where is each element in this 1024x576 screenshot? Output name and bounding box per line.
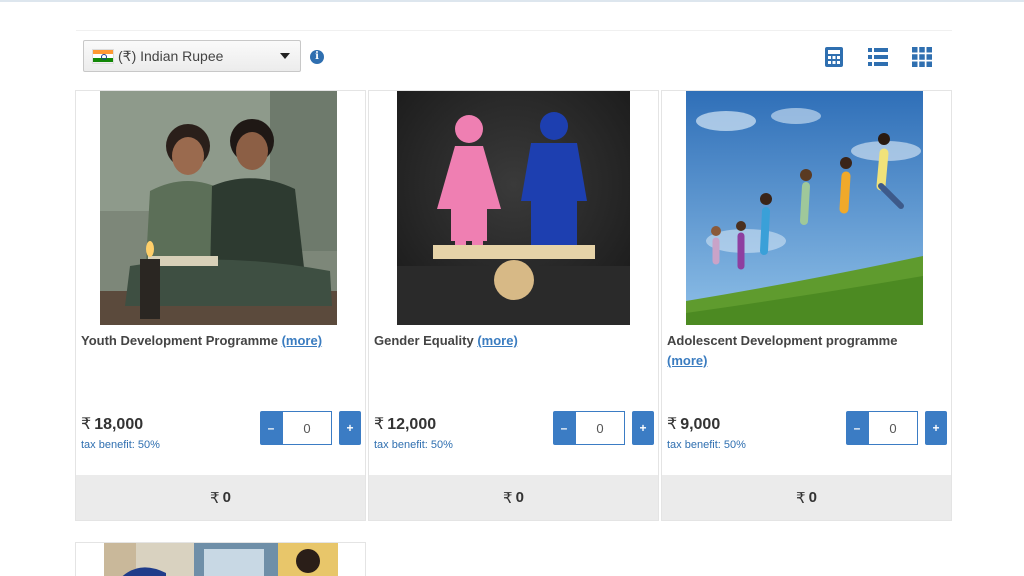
card-price: ₹9,000 bbox=[667, 416, 721, 433]
increment-button[interactable]: + bbox=[925, 411, 947, 445]
program-card-partial bbox=[75, 542, 366, 576]
quantity-input[interactable] bbox=[575, 411, 625, 445]
card-title: Gender Equality (more) bbox=[374, 333, 518, 348]
program-card: Gender Equality (more) ₹12,000 tax benef… bbox=[368, 90, 659, 521]
currency-label: (₹) Indian Rupee bbox=[118, 47, 224, 64]
card-image-partial[interactable] bbox=[76, 543, 366, 576]
card-total: ₹0 bbox=[369, 475, 658, 520]
tax-benefit: tax benefit: 50% bbox=[667, 439, 746, 451]
card-total: ₹0 bbox=[76, 475, 365, 520]
currency-select[interactable]: (₹) Indian Rupee bbox=[83, 40, 301, 72]
quantity-stepper: – + bbox=[260, 411, 361, 445]
india-flag-icon bbox=[92, 48, 114, 64]
increment-button[interactable]: + bbox=[339, 411, 361, 445]
more-link[interactable]: (more) bbox=[477, 333, 517, 348]
card-title: Adolescent Development programme (more) bbox=[667, 333, 898, 368]
calculator-icon[interactable] bbox=[824, 47, 844, 67]
quantity-input[interactable] bbox=[868, 411, 918, 445]
grid-view-icon[interactable] bbox=[912, 47, 932, 67]
info-icon[interactable]: i bbox=[310, 50, 324, 64]
quantity-stepper: – + bbox=[846, 411, 947, 445]
tax-benefit: tax benefit: 50% bbox=[81, 439, 160, 451]
decrement-button[interactable]: – bbox=[260, 411, 282, 445]
program-card: Youth Development Programme (more) ₹18,0… bbox=[75, 90, 366, 521]
chevron-down-icon bbox=[280, 53, 290, 59]
top-divider bbox=[0, 0, 1024, 2]
more-link[interactable]: (more) bbox=[667, 353, 707, 368]
card-title: Youth Development Programme (more) bbox=[81, 333, 323, 348]
card-image-jumping-teens[interactable] bbox=[686, 91, 923, 325]
increment-button[interactable]: + bbox=[632, 411, 654, 445]
program-card: Adolescent Development programme (more) … bbox=[661, 90, 952, 521]
more-link[interactable]: (more) bbox=[282, 333, 322, 348]
decrement-button[interactable]: – bbox=[553, 411, 575, 445]
toolbar: (₹) Indian Rupee i bbox=[76, 30, 952, 82]
card-total: ₹0 bbox=[662, 475, 951, 520]
card-image-children-studying[interactable] bbox=[100, 91, 337, 325]
list-view-icon[interactable] bbox=[868, 47, 888, 67]
card-price: ₹18,000 bbox=[81, 416, 144, 433]
decrement-button[interactable]: – bbox=[846, 411, 868, 445]
tax-benefit: tax benefit: 50% bbox=[374, 439, 453, 451]
card-price: ₹12,000 bbox=[374, 416, 437, 433]
quantity-stepper: – + bbox=[553, 411, 654, 445]
card-image-gender-balance[interactable] bbox=[397, 91, 630, 325]
quantity-input[interactable] bbox=[282, 411, 332, 445]
